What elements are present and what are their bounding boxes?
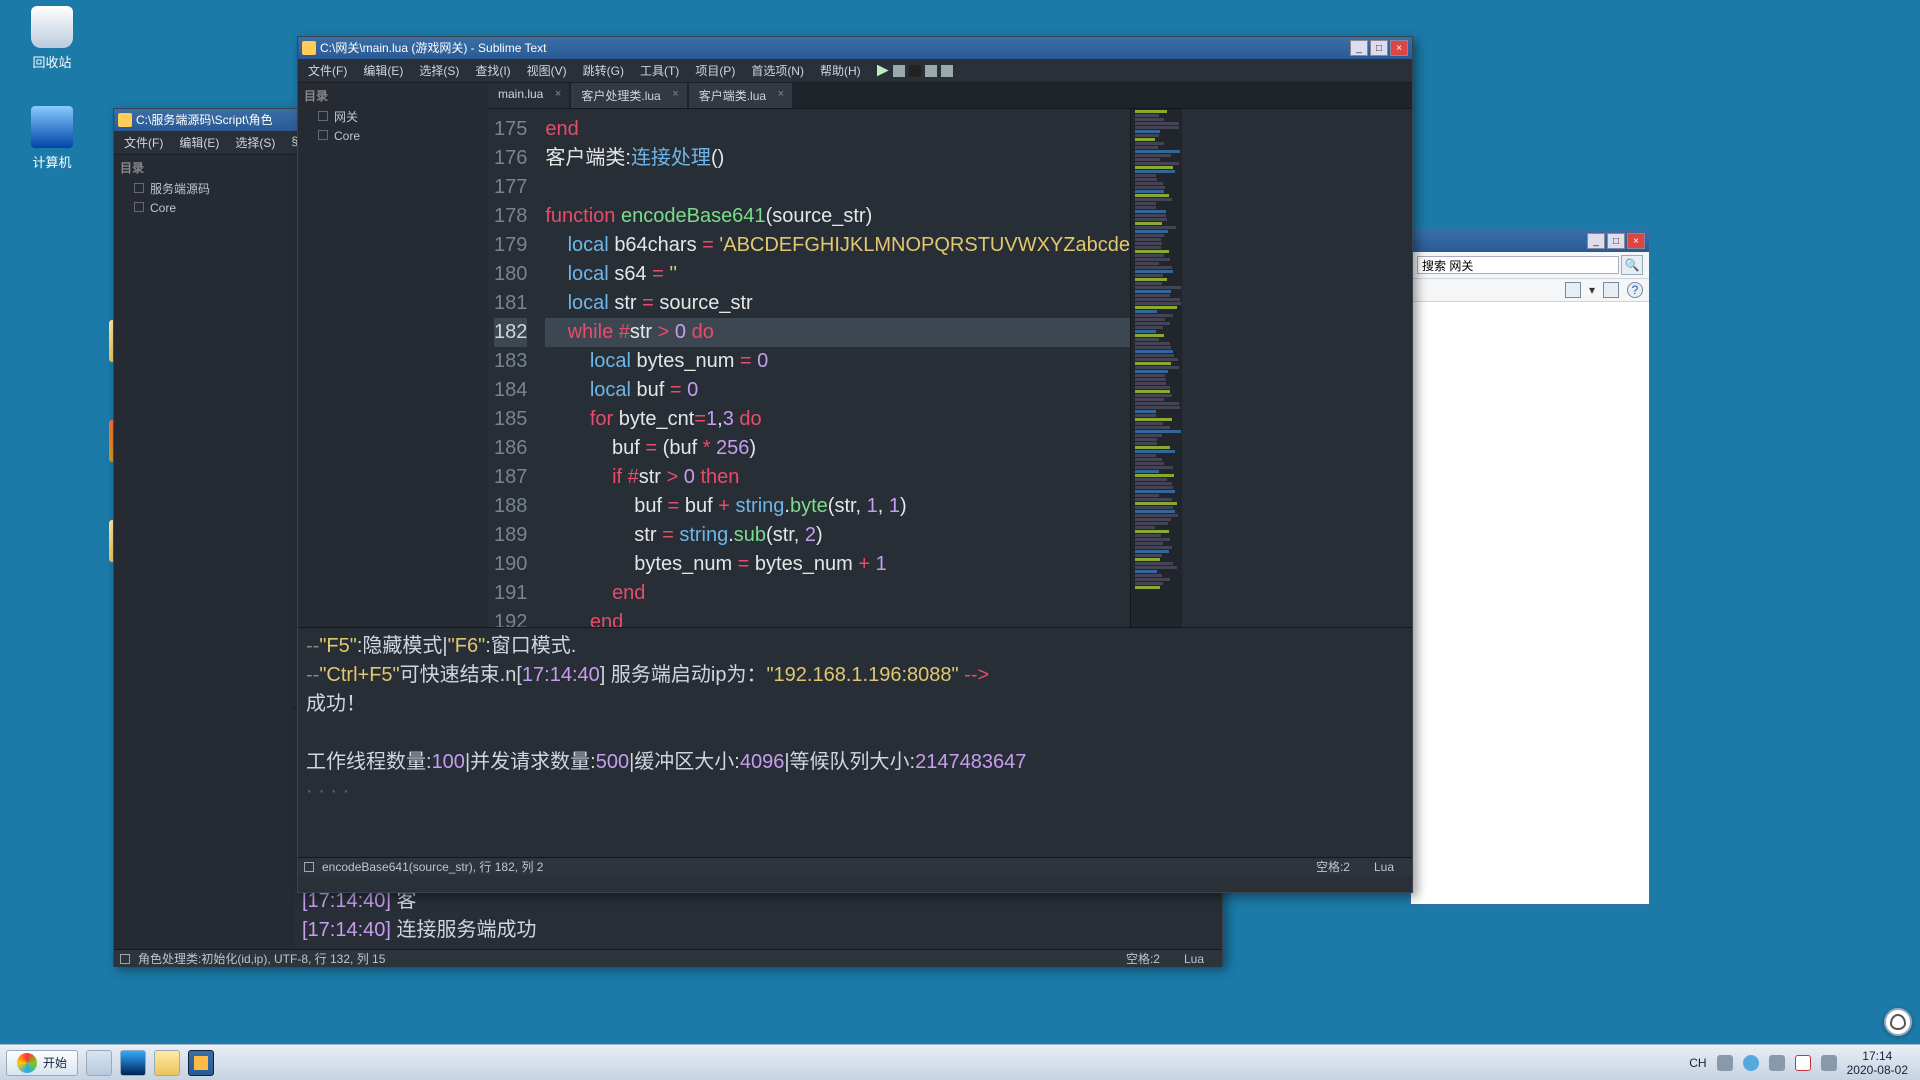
help-icon[interactable]: ? <box>1627 282 1643 298</box>
dropdown-icon[interactable]: ▾ <box>1589 283 1595 297</box>
close-icon[interactable]: × <box>555 88 561 100</box>
menubar: 文件(F) 编辑(E) 选择(S) 查找(I) 视图(V) 跳转(G) 工具(T… <box>298 59 1412 83</box>
menu-goto[interactable]: 跳转(G) <box>577 61 630 80</box>
minimap[interactable] <box>1130 109 1182 627</box>
tab-bar: main.lua× 客户处理类.lua× 客户端类.lua× <box>488 83 1412 109</box>
tray-volume-icon[interactable] <box>1821 1055 1837 1071</box>
statusbar: encodeBase641(source_str), 行 182, 列 2 空格… <box>298 857 1412 875</box>
tree-item[interactable]: 网关 <box>298 106 488 127</box>
menu-select[interactable]: 选择(S) <box>413 61 465 80</box>
view-list-icon[interactable] <box>1565 282 1581 298</box>
menu-file[interactable]: 文件(F) <box>302 61 353 80</box>
desktop-computer[interactable]: 计算机 <box>12 106 92 171</box>
menu-project[interactable]: 项目(P) <box>689 61 741 80</box>
tree-item[interactable]: Core <box>114 199 294 217</box>
menu-file[interactable]: 文件(F) <box>118 133 169 152</box>
tab-main[interactable]: main.lua× <box>488 83 569 108</box>
app-icon <box>302 41 316 55</box>
close-icon[interactable]: × <box>778 88 784 100</box>
taskbar-sublime[interactable] <box>188 1050 214 1076</box>
code-content[interactable]: end客户端类:连接处理() function encodeBase641(so… <box>537 109 1130 627</box>
app-icon <box>118 113 132 127</box>
user-account-icon[interactable] <box>1884 1008 1912 1036</box>
search-input[interactable] <box>1417 256 1619 274</box>
sidebar: 目录 服务端源码 Core <box>114 155 294 949</box>
status-spaces[interactable]: 空格:2 <box>1304 858 1362 875</box>
editor-area[interactable]: main.lua× 客户处理类.lua× 客户端类.lua× 175176177… <box>488 83 1412 627</box>
status-spaces[interactable]: 空格:2 <box>1114 950 1172 967</box>
system-tray: CH 17:14 2020-08-02 <box>1689 1049 1914 1077</box>
menu-view[interactable]: 视图(V) <box>521 61 573 80</box>
tray-flag-icon[interactable] <box>1795 1055 1811 1071</box>
explorer-searchbar: 🔍 <box>1411 252 1649 279</box>
stop-icon[interactable] <box>909 65 921 77</box>
desktop-label: 回收站 <box>32 55 71 70</box>
status-square-icon <box>304 862 314 872</box>
start-button[interactable]: 开始 <box>6 1050 78 1076</box>
taskbar: 开始 CH 17:14 2020-08-02 <box>0 1044 1920 1080</box>
close-icon[interactable]: × <box>672 88 678 100</box>
statusbar: 角色处理类:初始化(id,ip), UTF-8, 行 132, 列 15 空格:… <box>114 949 1222 967</box>
sidebar-header: 目录 <box>114 157 294 178</box>
status-left: encodeBase641(source_str), 行 182, 列 2 <box>322 858 543 875</box>
taskbar-explorer[interactable] <box>86 1050 112 1076</box>
tree-item[interactable]: Core <box>298 127 488 145</box>
tab-handler[interactable]: 客户处理类.lua× <box>571 83 686 108</box>
windows-logo-icon <box>17 1053 37 1073</box>
explorer-window[interactable]: _ □ × 🔍 ▾ ? <box>1410 229 1650 905</box>
explorer-view-toolbar: ▾ ? <box>1411 279 1649 302</box>
play-icon[interactable] <box>877 65 889 77</box>
line-gutter[interactable]: 1751761771781791801811821831841851861871… <box>488 109 537 627</box>
status-lang[interactable]: Lua <box>1362 860 1406 874</box>
desktop-label: 计算机 <box>32 155 71 170</box>
ime-indicator[interactable]: CH <box>1689 1056 1706 1070</box>
menu-find[interactable]: 查找(I) <box>469 61 516 80</box>
tray-icon[interactable] <box>1769 1055 1785 1071</box>
sidebar: 目录 网关 Core <box>298 83 488 627</box>
pause-icon[interactable] <box>893 65 905 77</box>
taskbar-powershell[interactable] <box>120 1050 146 1076</box>
tray-icon[interactable] <box>1717 1055 1733 1071</box>
taskbar-clock[interactable]: 17:14 2020-08-02 <box>1847 1049 1908 1077</box>
window-title: C:\服务端源码\Script\角色 <box>136 109 273 131</box>
build-output[interactable]: --"F5":隐藏模式|"F6":窗口模式. --"Ctrl+F5"可快速结束.… <box>298 627 1412 857</box>
status-left: 角色处理类:初始化(id,ip), UTF-8, 行 132, 列 15 <box>138 950 385 967</box>
tree-item[interactable]: 服务端源码 <box>114 178 294 199</box>
editor-window-front[interactable]: C:\网关\main.lua (游戏网关) - Sublime Text _ □… <box>297 36 1413 893</box>
explorer-body[interactable] <box>1411 302 1649 900</box>
step-icon[interactable] <box>941 65 953 77</box>
menu-help[interactable]: 帮助(H) <box>814 61 867 80</box>
maximize-button[interactable]: □ <box>1370 40 1388 56</box>
titlebar[interactable]: C:\网关\main.lua (游戏网关) - Sublime Text _ □… <box>298 37 1412 59</box>
menu-tools[interactable]: 工具(T) <box>634 61 685 80</box>
pc-icon <box>31 106 73 148</box>
close-button[interactable]: × <box>1390 40 1408 56</box>
debug-icon[interactable] <box>925 65 937 77</box>
close-button[interactable]: × <box>1627 233 1645 249</box>
taskbar-folder[interactable] <box>154 1050 180 1076</box>
menu-edit[interactable]: 编辑(E) <box>357 61 409 80</box>
view-details-icon[interactable] <box>1603 282 1619 298</box>
minimize-button[interactable]: _ <box>1587 233 1605 249</box>
bin-icon <box>31 6 73 48</box>
titlebar[interactable]: _ □ × <box>1411 230 1649 252</box>
menu-edit[interactable]: 编辑(E) <box>173 133 225 152</box>
tab-client[interactable]: 客户端类.lua× <box>689 83 792 108</box>
sidebar-header: 目录 <box>298 85 488 106</box>
desktop-recycle-bin[interactable]: 回收站 <box>12 6 92 71</box>
window-title: C:\网关\main.lua (游戏网关) - Sublime Text <box>320 37 547 59</box>
status-square-icon <box>120 954 130 964</box>
status-lang[interactable]: Lua <box>1172 952 1216 966</box>
maximize-button[interactable]: □ <box>1607 233 1625 249</box>
search-button[interactable]: 🔍 <box>1621 255 1643 275</box>
menu-prefs[interactable]: 首选项(N) <box>745 61 810 80</box>
menu-select[interactable]: 选择(S) <box>229 133 281 152</box>
minimize-button[interactable]: _ <box>1350 40 1368 56</box>
tray-icon[interactable] <box>1743 1055 1759 1071</box>
